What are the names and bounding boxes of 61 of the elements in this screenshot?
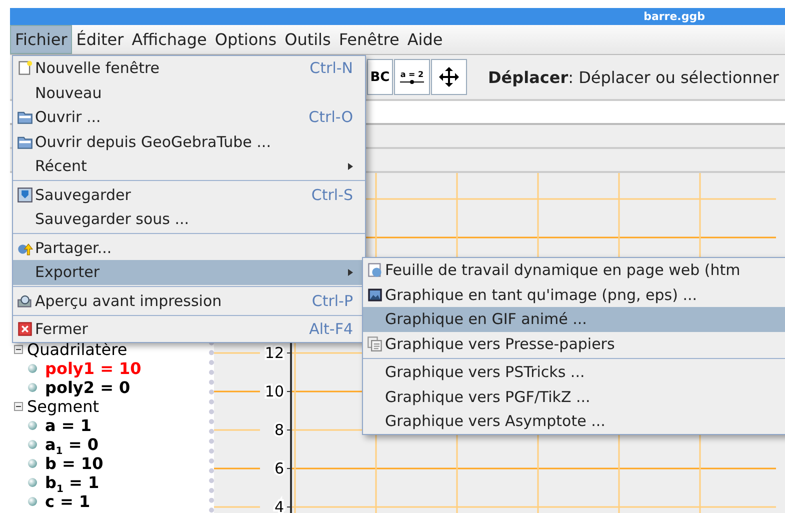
point-icon <box>28 364 37 373</box>
menu-item[interactable]: Graphique vers Asymptote ... <box>363 409 785 434</box>
menu-item[interactable]: Ouvrir depuis GeoGebraTube ... <box>13 130 365 154</box>
image-icon <box>367 286 383 303</box>
axis-tick-label: 6 <box>274 460 284 478</box>
menu-bar-item[interactable]: Outils <box>280 26 335 53</box>
move-icon <box>438 66 460 88</box>
menu-bar-item[interactable]: Fichier <box>10 25 72 54</box>
point-icon <box>28 421 37 430</box>
tree-group-label[interactable]: Segment <box>27 397 99 416</box>
menu-item[interactable]: Exporter <box>13 260 365 284</box>
menu-item[interactable]: Sauvegarder Ctrl-S <box>13 182 365 207</box>
menu-bar-item[interactable]: Options <box>210 26 281 53</box>
object-label[interactable]: poly1 = 10 <box>45 359 142 378</box>
point-icon <box>28 478 37 487</box>
web-page-icon <box>367 262 383 278</box>
object-label[interactable]: a = 1 <box>45 416 92 435</box>
object-label[interactable]: b$_{1}$ = 1 <box>45 473 100 492</box>
menu-item[interactable]: Graphique vers Presse-papiers <box>363 332 785 356</box>
text-tool-button[interactable]: BC <box>367 59 393 95</box>
object-label[interactable]: b = 10 <box>45 454 104 473</box>
menu-item[interactable]: Nouvelle fenêtre Ctrl-N <box>13 56 365 80</box>
point-icon <box>28 497 37 506</box>
menu-item[interactable]: Graphique vers PSTricks ... <box>363 360 785 384</box>
tool-help-text: Déplacer: Déplacer ou sélectionner <box>488 68 779 86</box>
collapse-icon[interactable] <box>14 345 23 354</box>
object-label[interactable]: c = 1 <box>45 492 90 511</box>
axis-tick-label: 10 <box>264 382 284 400</box>
menu-item[interactable]: Sauvegarder sous ... <box>13 207 365 232</box>
tree-group-label[interactable]: Quadrilatère <box>27 340 128 359</box>
menu-item[interactable]: Graphique en tant qu'image (png, eps) ... <box>363 282 785 307</box>
menu-bar-item[interactable]: Affichage <box>128 26 211 53</box>
menu-bar-item[interactable]: Éditer <box>72 26 128 53</box>
menu-bar-item[interactable]: Fenêtre <box>334 26 404 53</box>
menu-bar-item[interactable]: Aide <box>403 26 447 53</box>
menu-item[interactable]: Nouveau <box>13 80 365 105</box>
page-icon <box>17 60 33 76</box>
slider-icon <box>399 78 425 84</box>
close-icon <box>17 321 33 338</box>
axis-tick-label: 12 <box>264 344 284 362</box>
slider-tool-button[interactable]: a = 2 <box>394 59 430 95</box>
move-tool-button[interactable] <box>431 59 467 95</box>
clipboard-icon <box>367 336 383 352</box>
menu-item[interactable]: Graphique vers PGF/TikZ ... <box>363 384 785 409</box>
menu-item[interactable]: Récent <box>13 154 365 178</box>
collapse-icon[interactable] <box>14 402 23 411</box>
point-icon <box>28 383 37 392</box>
menu-item[interactable]: Feuille de travail dynamique en page web (htm <box>363 258 785 282</box>
axis-tick-label: 4 <box>274 498 284 513</box>
folder-icon <box>17 109 33 126</box>
point-icon <box>28 459 37 468</box>
object-label[interactable]: a$_{1}$ = 0 <box>45 435 98 454</box>
object-label[interactable]: poly2 = 0 <box>45 378 130 397</box>
print-preview-icon <box>17 292 33 309</box>
point-icon <box>28 440 37 449</box>
menu-item[interactable]: Fermer Alt-F4 <box>13 317 365 342</box>
axis-tick-label: 8 <box>274 421 284 439</box>
window-title: barre.ggb <box>644 10 705 23</box>
menu-item[interactable]: Partager... <box>13 236 365 260</box>
menu-item[interactable]: Ouvrir ... Ctrl-O <box>13 105 365 130</box>
menu-item[interactable]: Graphique en GIF animé ... <box>363 307 785 332</box>
